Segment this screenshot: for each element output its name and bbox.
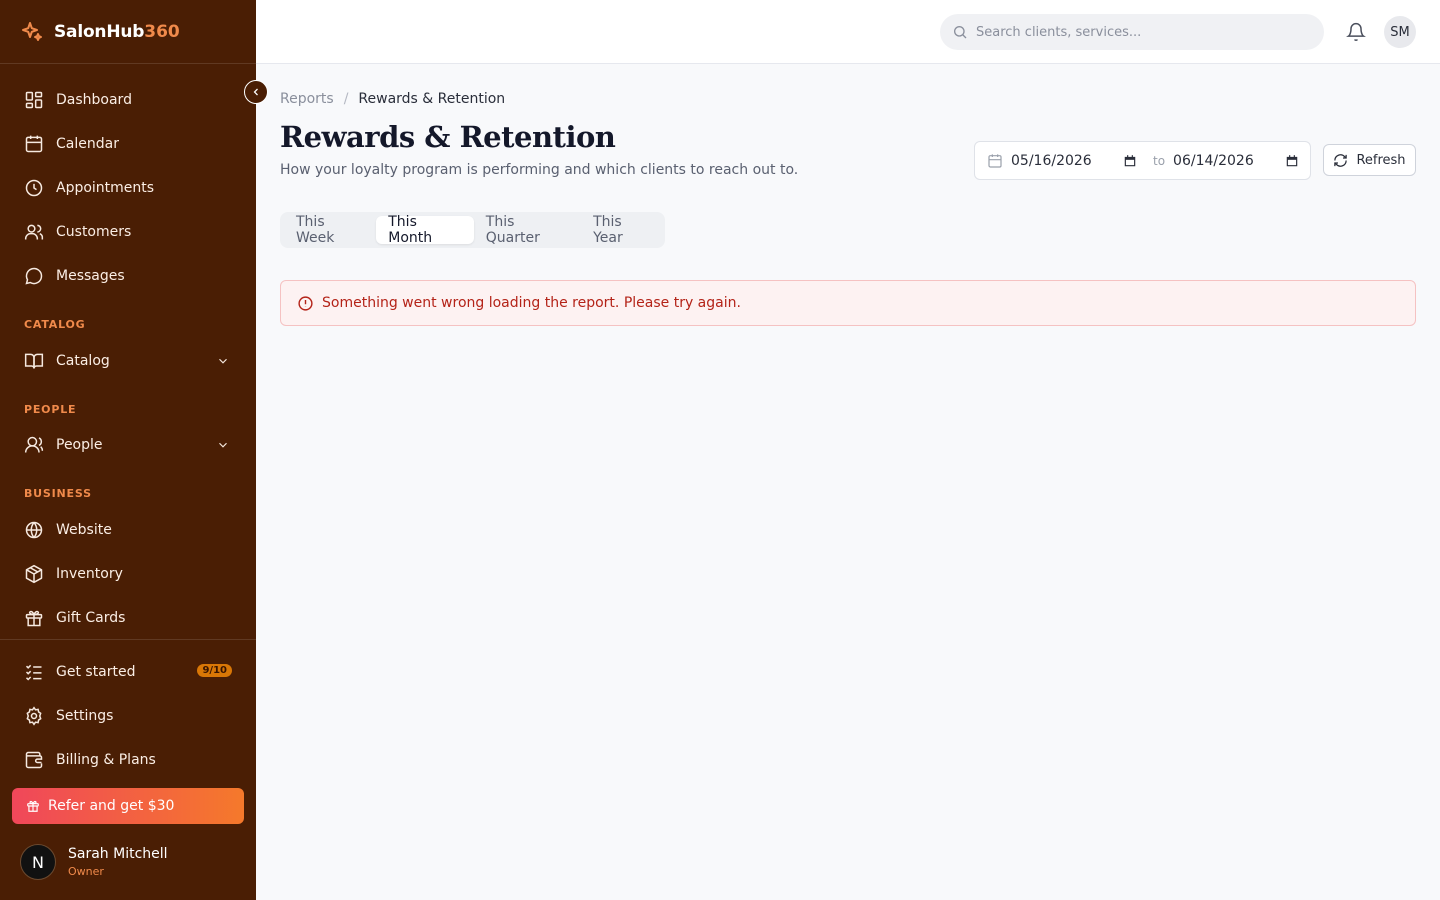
tab-this-month[interactable]: This Month	[376, 214, 474, 246]
sidebar-item-calendar[interactable]: Calendar	[12, 124, 244, 164]
search-bar[interactable]	[940, 14, 1324, 50]
search-icon	[954, 26, 967, 39]
start-date-field[interactable]: 05/16/2026	[1011, 153, 1123, 169]
refresh-icon	[1334, 153, 1348, 167]
error-message: Something went wrong loading the report.…	[322, 295, 741, 311]
sidebar-collapse-button[interactable]	[244, 80, 268, 104]
sidebar-item-gift-cards[interactable]: Gift Cards	[12, 598, 244, 638]
chevron-down-icon[interactable]	[216, 354, 230, 368]
sidebar-item-people[interactable]: People	[12, 425, 244, 465]
globe-icon	[25, 521, 43, 539]
sidebar-item-messages[interactable]: Messages	[12, 256, 244, 296]
calendar-icon	[988, 153, 1002, 168]
sidebar-item-label: Get started	[56, 664, 136, 680]
sidebar-item-catalog[interactable]: Catalog	[12, 341, 244, 381]
date-range-picker: 05/16/2026 to 06/14/2026	[974, 141, 1311, 180]
user-profile[interactable]: N Sarah Mitchell Owner	[20, 842, 240, 882]
user-name: Sarah Mitchell	[68, 846, 168, 862]
calendar-icon	[25, 135, 43, 153]
sidebar-item-label: Customers	[56, 224, 132, 240]
tab-this-year[interactable]: This Year	[581, 214, 665, 246]
refer-button[interactable]: Refer and get $30	[12, 788, 244, 824]
avatar[interactable]: SM	[1384, 16, 1416, 48]
clock-icon	[25, 179, 43, 197]
sidebar-item-label: People	[56, 437, 103, 453]
sidebar-divider	[0, 639, 256, 640]
sidebar-item-billing[interactable]: Billing & Plans	[12, 740, 244, 780]
progress-badge: 9/10	[197, 664, 232, 677]
sidebar-item-settings[interactable]: Settings	[12, 696, 244, 736]
book-icon	[24, 353, 44, 369]
date-range-to-label: to	[1153, 153, 1166, 168]
chevron-down-icon[interactable]	[216, 438, 230, 452]
end-date-field[interactable]: 06/14/2026	[1173, 153, 1285, 169]
alert-circle-icon	[298, 295, 313, 311]
gift-icon	[27, 800, 39, 812]
tab-this-quarter[interactable]: This Quarter	[474, 214, 581, 246]
sidebar-item-label: Appointments	[56, 180, 155, 196]
topbar: SM	[256, 0, 1440, 64]
refresh-button-label: Refresh	[1356, 152, 1406, 168]
brand-accent: 360	[144, 21, 180, 42]
wallet-icon	[25, 751, 43, 769]
sidebar-item-get-started[interactable]: Get started 9/10	[12, 652, 244, 692]
error-banner: Something went wrong loading the report.…	[280, 280, 1416, 326]
sidebar-item-appointments[interactable]: Appointments	[12, 168, 244, 208]
user-role: Owner	[68, 865, 104, 878]
calendar-picker-icon[interactable]	[1285, 154, 1299, 168]
user-group-icon	[24, 436, 44, 453]
section-label-business: BUSINESS	[24, 487, 92, 500]
sidebar-item-label: Website	[56, 522, 112, 538]
sidebar-item-label: Inventory	[56, 566, 123, 582]
gift-icon	[25, 610, 43, 627]
bell-icon[interactable]	[1346, 22, 1366, 42]
sidebar-item-label: Settings	[56, 708, 114, 724]
sidebar-item-label: Billing & Plans	[56, 752, 156, 768]
page-subtitle: How your loyalty program is performing a…	[280, 162, 799, 178]
breadcrumb: Reports / Rewards & Retention	[280, 91, 505, 107]
dashboard-icon	[25, 91, 43, 109]
package-icon	[25, 564, 43, 584]
breadcrumb-current: Rewards & Retention	[358, 91, 506, 107]
sidebar-item-label: Dashboard	[56, 92, 132, 108]
section-label-catalog: CATALOG	[24, 318, 86, 331]
users-icon	[24, 224, 44, 240]
checklist-icon	[25, 664, 42, 681]
sidebar-item-label: Messages	[56, 268, 125, 284]
refer-button-label: Refer and get $30	[48, 798, 175, 814]
breadcrumb-reports[interactable]: Reports	[280, 91, 334, 107]
brand-name: SalonHub	[54, 21, 145, 42]
sidebar-item-dashboard[interactable]: Dashboard	[12, 80, 244, 120]
gear-icon	[26, 706, 42, 726]
section-label-people: PEOPLE	[24, 403, 77, 416]
breadcrumb-separator: /	[343, 91, 349, 107]
message-icon	[25, 267, 43, 285]
search-input[interactable]	[976, 24, 1316, 40]
sidebar-item-label: Gift Cards	[56, 610, 126, 626]
sidebar-item-label: Catalog	[56, 353, 110, 369]
page-title: Rewards & Retention	[280, 120, 616, 154]
calendar-picker-icon[interactable]	[1123, 154, 1137, 168]
refresh-button[interactable]: Refresh	[1323, 144, 1416, 176]
sidebar-item-inventory[interactable]: Inventory	[12, 554, 244, 594]
chevron-left-icon	[253, 88, 258, 96]
sparkle-logo-icon	[22, 21, 42, 41]
sidebar-item-label: Calendar	[56, 136, 119, 152]
period-tabs: This Week This Month This Quarter This Y…	[280, 212, 665, 248]
sidebar-item-website[interactable]: Website	[12, 510, 244, 550]
sidebar-item-customers[interactable]: Customers	[12, 212, 244, 252]
avatar: N	[20, 844, 56, 880]
sidebar: SalonHub 360 Dashboard Calendar Appointme…	[0, 0, 256, 900]
brand[interactable]: SalonHub 360	[0, 0, 256, 64]
tab-this-week[interactable]: This Week	[284, 214, 376, 246]
